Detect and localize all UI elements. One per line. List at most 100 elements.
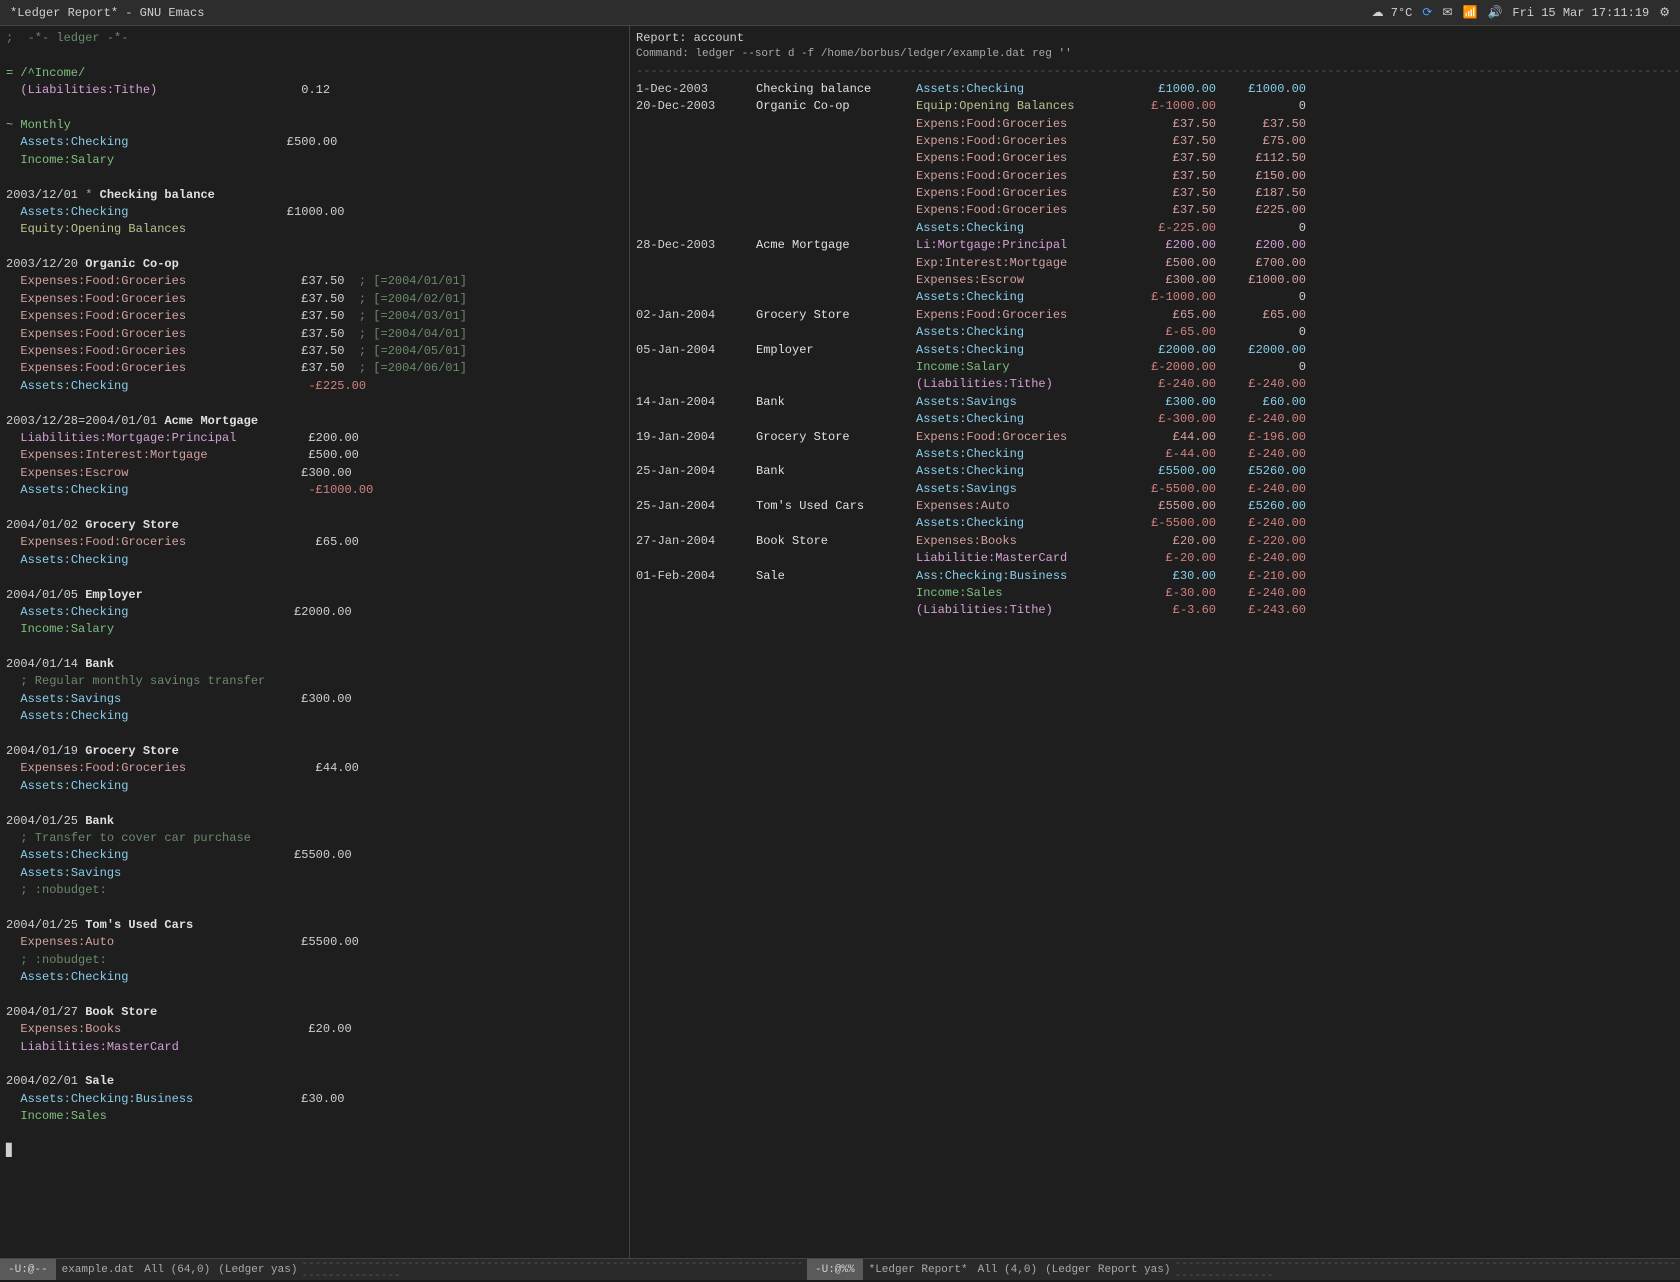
blank-line	[6, 239, 623, 256]
mortgage-principal: Liabilities:Mortgage:Principal £200.00	[6, 430, 623, 447]
tx-2003-12-20: 2003/12/20 Organic Co-op	[6, 256, 623, 273]
interest-mortgage: Expenses:Interest:Mortgage £500.00	[6, 447, 623, 464]
checking-negative-225: Assets:Checking -£225.00	[6, 378, 623, 395]
tx-2004-01-05: 2004/01/05 Employer	[6, 587, 623, 604]
cursor-line: ▋	[6, 1143, 623, 1160]
income-sales: Income:Sales	[6, 1108, 623, 1125]
comment-line: ; -*- ledger -*-	[6, 30, 623, 47]
equals-rule-line: = /^Income/	[6, 65, 623, 82]
status-left-divider: ----------------------------------------…	[301, 1258, 807, 1282]
checking-empty4: Assets:Checking	[6, 969, 623, 986]
report-entry-8-row1: 25-Jan-2004 Bank Assets:Checking £5500.0…	[636, 463, 1674, 480]
blank-line	[6, 986, 623, 1003]
tx-2004-01-19: 2004/01/19 Grocery Store	[6, 743, 623, 760]
report-entry-2-row7: Expens:Food:Groceries £37.50 £225.00	[636, 202, 1674, 219]
groceries-4: Expenses:Food:Groceries £37.50 ; [=2004/…	[6, 326, 623, 343]
report-entry-2-row2: Expens:Food:Groceries £37.50 £37.50	[636, 116, 1674, 133]
groceries-65: Expenses:Food:Groceries £65.00	[6, 534, 623, 551]
report-entry-2-row3: Expens:Food:Groceries £37.50 £75.00	[636, 133, 1674, 150]
report-entry-4-row1: 02-Jan-2004 Grocery Store Expens:Food:Gr…	[636, 307, 1674, 324]
status-bar: -U:@-- example.dat All (64,0) (Ledger ya…	[0, 1258, 1680, 1280]
blank-line	[6, 569, 623, 586]
books-20: Expenses:Books £20.00	[6, 1021, 623, 1038]
network-icon: 📶	[1463, 5, 1478, 20]
report-entry-3-row2: Exp:Interest:Mortgage £500.00 £700.00	[636, 255, 1674, 272]
blank-line	[6, 726, 623, 743]
tithe-account: (Liabilities:Tithe) 0.12	[6, 82, 623, 99]
equity-account: Equity:Opening Balances	[6, 221, 623, 238]
checking-negative-1000: Assets:Checking -£1000.00	[6, 482, 623, 499]
report-entry-9-row1: 25-Jan-2004 Tom's Used Cars Expenses:Aut…	[636, 498, 1674, 515]
report-title: Report: account	[636, 30, 1674, 47]
savings-empty: Assets:Savings	[6, 865, 623, 882]
comment-savings: ; Regular monthly savings transfer	[6, 673, 623, 690]
checking-amount: Assets:Checking £1000.00	[6, 204, 623, 221]
report-entry-2-row4: Expens:Food:Groceries £37.50 £112.50	[636, 150, 1674, 167]
tx-2003-12-01: 2003/12/01 * Checking balance	[6, 187, 623, 204]
email-icon: ✉	[1442, 5, 1452, 20]
blank-line	[6, 639, 623, 656]
comment-car: ; Transfer to cover car purchase	[6, 830, 623, 847]
status-left-mode2: (Ledger yas)	[214, 1264, 301, 1276]
report-entry-5-row2: Income:Salary £-2000.00 0	[636, 359, 1674, 376]
tx-2004-01-27: 2004/01/27 Book Store	[6, 1004, 623, 1021]
tx-2004-02-01: 2004/02/01 Sale	[6, 1073, 623, 1090]
checking-account: Assets:Checking £500.00	[6, 134, 623, 151]
mastercard: Liabilities:MasterCard	[6, 1039, 623, 1056]
status-right-info: All (4,0)	[974, 1264, 1041, 1276]
report-entry-10-row1: 27-Jan-2004 Book Store Expenses:Books £2…	[636, 533, 1674, 550]
report-divider: ----------------------------------------…	[636, 63, 1674, 80]
checking-empty: Assets:Checking	[6, 552, 623, 569]
groceries-6: Expenses:Food:Groceries £37.50 ; [=2004/…	[6, 360, 623, 377]
comment-nobudget2: ; :nobudget:	[6, 952, 623, 969]
checking-5500: Assets:Checking £5500.00	[6, 847, 623, 864]
report-entry-3-row3: Expenses:Escrow £300.00 £1000.00	[636, 272, 1674, 289]
blank-line	[6, 795, 623, 812]
groceries-44: Expenses:Food:Groceries £44.00	[6, 760, 623, 777]
report-entry-5-row3: (Liabilities:Tithe) £-240.00 £-240.00	[636, 376, 1674, 393]
clock: Fri 15 Mar 17:11:19	[1512, 6, 1649, 20]
report-entry-3-row4: Assets:Checking £-1000.00 0	[636, 289, 1674, 306]
window-title: *Ledger Report* - GNU Emacs	[10, 6, 204, 20]
periodic-line: ~ Monthly	[6, 117, 623, 134]
groceries-3: Expenses:Food:Groceries £37.50 ; [=2004/…	[6, 308, 623, 325]
tx-2003-12-28: 2003/12/28=2004/01/01 Acme Mortgage	[6, 413, 623, 430]
blank-line	[6, 500, 623, 517]
report-entry-7-row2: Assets:Checking £-44.00 £-240.00	[636, 446, 1674, 463]
right-report-pane: Report: account Command: ledger --sort d…	[630, 26, 1680, 1258]
blank-line	[6, 100, 623, 117]
report-entry-2-row8: Assets:Checking £-225.00 0	[636, 220, 1674, 237]
groceries-5: Expenses:Food:Groceries £37.50 ; [=2004/…	[6, 343, 623, 360]
report-entry-7-row1: 19-Jan-2004 Grocery Store Expens:Food:Gr…	[636, 429, 1674, 446]
volume-icon: 🔊	[1487, 5, 1502, 20]
status-left-filename: example.dat	[56, 1264, 141, 1276]
report-entry-1: 1-Dec-2003 Checking balance Assets:Check…	[636, 81, 1674, 98]
checking-empty2: Assets:Checking	[6, 708, 623, 725]
status-left-info: All (64,0)	[140, 1264, 214, 1276]
tx-2004-01-02: 2004/01/02 Grocery Store	[6, 517, 623, 534]
report-entry-2-row6: Expens:Food:Groceries £37.50 £187.50	[636, 185, 1674, 202]
report-entry-2-row1: 20-Dec-2003 Organic Co-op Equip:Opening …	[636, 98, 1674, 115]
report-entry-8-row2: Assets:Savings £-5500.00 £-240.00	[636, 481, 1674, 498]
tx-2004-01-25-bank: 2004/01/25 Bank	[6, 813, 623, 830]
report-entry-5-row1: 05-Jan-2004 Employer Assets:Checking £20…	[636, 342, 1674, 359]
escrow: Expenses:Escrow £300.00	[6, 465, 623, 482]
tx-2004-01-25-cars: 2004/01/25 Tom's Used Cars	[6, 917, 623, 934]
left-editor-pane[interactable]: ; -*- ledger -*- = /^Income/ (Liabilitie…	[0, 26, 630, 1258]
income-salary: Income:Salary	[6, 621, 623, 638]
report-entry-11-row2: Income:Sales £-30.00 £-240.00	[636, 585, 1674, 602]
salary-account: Income:Salary	[6, 152, 623, 169]
settings-icon: ⚙	[1659, 5, 1670, 20]
blank-line	[6, 1126, 623, 1143]
title-bar: *Ledger Report* - GNU Emacs ☁ 7°C ⟳ ✉ 📶 …	[0, 0, 1680, 26]
report-entry-9-row2: Assets:Checking £-5500.00 £-240.00	[636, 515, 1674, 532]
blank-line	[6, 1056, 623, 1073]
report-entry-11-row1: 01-Feb-2004 Sale Ass:Checking:Business £…	[636, 568, 1674, 585]
blank-line	[6, 900, 623, 917]
savings-300: Assets:Savings £300.00	[6, 691, 623, 708]
refresh-icon: ⟳	[1422, 5, 1432, 20]
report-entry-10-row2: Liabilitie:MasterCard £-20.00 £-240.00	[636, 550, 1674, 567]
report-command: Command: ledger --sort d -f /home/borbus…	[636, 47, 1674, 63]
status-right-mode: -U:@%%	[807, 1259, 863, 1280]
groceries-1: Expenses:Food:Groceries £37.50 ; [=2004/…	[6, 273, 623, 290]
